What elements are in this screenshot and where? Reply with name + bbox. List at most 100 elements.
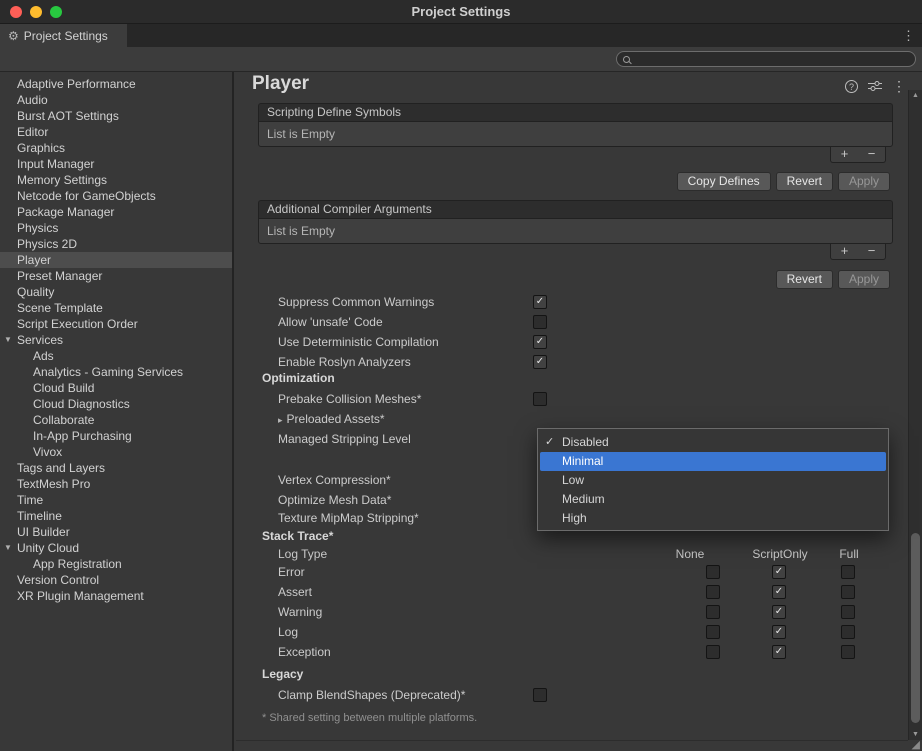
scrollbar-thumb[interactable]: [911, 533, 920, 723]
checkbox[interactable]: ✓: [772, 645, 786, 659]
sidebar-item-label: Scene Template: [17, 301, 103, 315]
search-field[interactable]: [616, 51, 916, 67]
sidebar-item-unity-cloud[interactable]: ▼Unity Cloud: [0, 540, 232, 556]
sidebar-item-label: Editor: [17, 125, 48, 139]
sidebar-item-editor[interactable]: Editor: [0, 124, 232, 140]
sidebar-item-physics[interactable]: Physics: [0, 220, 232, 236]
sidebar-item-vivox[interactable]: Vivox: [0, 444, 232, 460]
search-input[interactable]: [635, 53, 909, 65]
sidebar-item-package-manager[interactable]: Package Manager: [0, 204, 232, 220]
sidebar-item-label: Services: [17, 333, 63, 347]
sidebar-item-analytics-gaming-services[interactable]: Analytics - Gaming Services: [0, 364, 232, 380]
sidebar-item-tags-and-layers[interactable]: Tags and Layers: [0, 460, 232, 476]
sidebar-item-preset-manager[interactable]: Preset Manager: [0, 268, 232, 284]
sidebar-item-label: Vivox: [33, 445, 62, 459]
shared-settings-footnote: * Shared setting between multiple platfo…: [262, 712, 477, 724]
sidebar-item-label: Ads: [33, 349, 54, 363]
minimize-button[interactable]: [30, 6, 42, 18]
sidebar-item-input-manager[interactable]: Input Manager: [0, 156, 232, 172]
sidebar-item-timeline[interactable]: Timeline: [0, 508, 232, 524]
menu-item-medium[interactable]: Medium: [540, 490, 886, 509]
checkbox[interactable]: ✓: [772, 585, 786, 599]
setting-label: Clamp BlendShapes (Deprecated)*: [258, 685, 465, 705]
log-type-row-label: Error: [258, 562, 305, 582]
sidebar-item-label: Graphics: [17, 141, 65, 155]
foldout-expanded-icon[interactable]: ▼: [4, 540, 12, 556]
sidebar-item-label: Player: [17, 253, 51, 267]
menu-item-disabled[interactable]: ✓Disabled: [540, 433, 886, 452]
sidebar-item-label: UI Builder: [17, 525, 70, 539]
log-type-row-label: Assert: [258, 582, 312, 602]
search-icon: [623, 56, 630, 63]
tab-menu-icon[interactable]: ⋮: [902, 28, 915, 44]
sidebar-item-physics-2d[interactable]: Physics 2D: [0, 236, 232, 252]
checkbox[interactable]: ✓: [772, 605, 786, 619]
sidebar-item-cloud-build[interactable]: Cloud Build: [0, 380, 232, 396]
sidebar-item-script-execution-order[interactable]: Script Execution Order: [0, 316, 232, 332]
sidebar-item-collaborate[interactable]: Collaborate: [0, 412, 232, 428]
sidebar-item-memory-settings[interactable]: Memory Settings: [0, 172, 232, 188]
toolbar: [0, 47, 922, 72]
sidebar-item-scene-template[interactable]: Scene Template: [0, 300, 232, 316]
sidebar-item-label: Physics: [17, 221, 58, 235]
checkbox[interactable]: ✓: [772, 625, 786, 639]
sidebar-item-label: Time: [17, 493, 43, 507]
tab-bar: ⚙ Project Settings ⋮: [0, 24, 922, 47]
checkbox[interactable]: [841, 645, 855, 659]
checkbox[interactable]: [841, 625, 855, 639]
sidebar-item-services[interactable]: ▼ Services: [0, 332, 232, 348]
sidebar-item-burst-aot-settings[interactable]: Burst AOT Settings: [0, 108, 232, 124]
sidebar-item-app-registration[interactable]: App Registration: [0, 556, 232, 572]
stack-trace-row-assert: Assert ✓: [258, 582, 893, 602]
menu-item-label: Low: [562, 473, 584, 487]
scroll-down-icon[interactable]: ▼: [909, 731, 922, 738]
menu-item-label: High: [562, 511, 587, 525]
sidebar-item-label: App Registration: [33, 557, 122, 571]
sidebar-item-ads[interactable]: Ads: [0, 348, 232, 364]
foldout-expanded-icon[interactable]: ▼: [4, 332, 12, 348]
checkbox[interactable]: [706, 625, 720, 639]
settings-sidebar: Adaptive PerformanceAudioBurst AOT Setti…: [0, 72, 234, 751]
resize-grip-icon[interactable]: ◢: [912, 740, 920, 751]
sidebar-item-version-control[interactable]: Version Control: [0, 572, 232, 588]
tab-project-settings[interactable]: ⚙ Project Settings: [0, 24, 127, 47]
sidebar-item-textmesh-pro[interactable]: TextMesh Pro: [0, 476, 232, 492]
checkbox[interactable]: [841, 585, 855, 599]
checkbox[interactable]: [706, 565, 720, 579]
sidebar-item-quality[interactable]: Quality: [0, 284, 232, 300]
menu-item-low[interactable]: Low: [540, 471, 886, 490]
sidebar-item-in-app-purchasing[interactable]: In-App Purchasing: [0, 428, 232, 444]
menu-item-label: Minimal: [562, 454, 603, 468]
sidebar-item-label: Collaborate: [33, 413, 94, 427]
sidebar-item-cloud-diagnostics[interactable]: Cloud Diagnostics: [0, 396, 232, 412]
sidebar-item-xr-plugin-management[interactable]: XR Plugin Management: [0, 588, 232, 604]
sidebar-item-label: Physics 2D: [17, 237, 77, 251]
scroll-up-icon[interactable]: ▲: [909, 92, 922, 99]
vertical-scrollbar[interactable]: ▲ ▼: [908, 90, 922, 740]
checkbox[interactable]: [841, 605, 855, 619]
sidebar-item-label: Cloud Build: [33, 381, 94, 395]
sidebar-item-label: Cloud Diagnostics: [33, 397, 130, 411]
checkbox[interactable]: [706, 585, 720, 599]
sidebar-item-ui-builder[interactable]: UI Builder: [0, 524, 232, 540]
checkbox[interactable]: [706, 605, 720, 619]
sidebar-item-label: Netcode for GameObjects: [17, 189, 156, 203]
checkbox[interactable]: [841, 565, 855, 579]
menu-item-high[interactable]: High: [540, 509, 886, 528]
zoom-button[interactable]: [50, 6, 62, 18]
sidebar-item-time[interactable]: Time: [0, 492, 232, 508]
menu-item-minimal[interactable]: Minimal: [540, 452, 886, 471]
checkbox[interactable]: [533, 688, 547, 702]
sidebar-item-label: Tags and Layers: [17, 461, 105, 475]
checkbox[interactable]: ✓: [772, 565, 786, 579]
checkbox[interactable]: [706, 645, 720, 659]
sidebar-item-netcode-for-gameobjects[interactable]: Netcode for GameObjects: [0, 188, 232, 204]
menu-item-label: Medium: [562, 492, 605, 506]
close-button[interactable]: [10, 6, 22, 18]
sidebar-item-label: Script Execution Order: [17, 317, 138, 331]
sidebar-item-graphics[interactable]: Graphics: [0, 140, 232, 156]
sidebar-item-audio[interactable]: Audio: [0, 92, 232, 108]
sidebar-item-adaptive-performance[interactable]: Adaptive Performance: [0, 76, 232, 92]
sidebar-item-player[interactable]: Player: [0, 252, 232, 268]
sidebar-item-label: Audio: [17, 93, 48, 107]
